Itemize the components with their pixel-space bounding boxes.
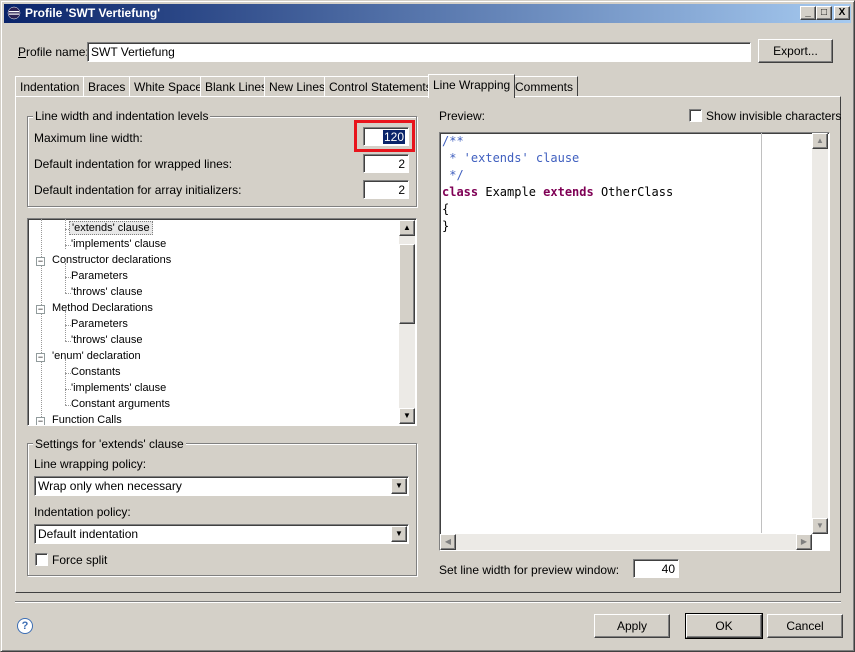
profile-name-input[interactable]: SWT Vertiefung (87, 42, 751, 62)
scroll-left-icon[interactable]: ◀ (440, 534, 456, 550)
tree-item[interactable]: 'throws' clause (28, 333, 398, 349)
scroll-up-icon[interactable]: ▲ (399, 220, 415, 236)
code-preview[interactable]: /** * 'extends' clause */ class Example … (439, 132, 830, 551)
preview-label: Preview: (439, 109, 486, 123)
array-indent-label: Default indentation for array initialize… (34, 183, 242, 197)
array-indent-input[interactable]: 2 (363, 180, 409, 199)
tree-item[interactable]: 'implements' clause (28, 237, 398, 253)
tree-item[interactable]: − Method Declarations (28, 301, 398, 317)
tree-item-label: 'extends' clause (69, 221, 153, 235)
maximize-button[interactable]: □ (816, 6, 832, 20)
tab-new-lines[interactable]: New Lines (264, 76, 331, 96)
tab-braces[interactable]: Braces (83, 76, 131, 96)
indent-policy-label: Indentation policy: (34, 505, 131, 519)
tab-control-statements[interactable]: Control Statements (324, 76, 437, 96)
help-icon[interactable]: ? (17, 618, 33, 634)
preview-horizontal-scrollbar[interactable]: ◀ ▶ (440, 534, 812, 550)
collapse-icon[interactable]: − (36, 353, 45, 362)
tab-blank-lines[interactable]: Blank Lines (200, 76, 273, 96)
code-line: { (442, 202, 450, 216)
tree-item[interactable]: − Function Calls (28, 413, 398, 426)
tree-item-label: Constants (71, 366, 121, 378)
tree-item-label: Constant arguments (71, 398, 171, 410)
preview-width-input[interactable]: 40 (633, 559, 679, 578)
code-line: } (442, 219, 450, 233)
wrapped-indent-input[interactable]: 2 (363, 154, 409, 173)
wrap-policy-select[interactable]: Wrap only when necessary ▼ (34, 476, 409, 496)
tree-item-label: 'throws' clause (71, 334, 143, 346)
indent-policy-value: Default indentation (38, 527, 139, 541)
tab-indentation[interactable]: Indentation (15, 76, 85, 96)
code-text: OtherClass (593, 185, 674, 199)
keyword-class: class (442, 185, 479, 199)
wrap-policy-value: Wrap only when necessary (38, 479, 182, 493)
tree-item-label: Constructor declarations (52, 254, 172, 266)
cancel-button[interactable]: Cancel (767, 614, 843, 638)
close-button[interactable]: X (834, 6, 850, 20)
collapse-icon[interactable]: − (36, 257, 45, 266)
tree-item-label: 'implements' clause (71, 382, 167, 394)
export-button[interactable]: Export... (758, 39, 833, 63)
preview-width-label: Set line width for preview window: (439, 563, 620, 577)
code-line: */ (442, 168, 464, 182)
tab-line-wrapping[interactable]: Line Wrapping (428, 74, 516, 98)
eclipse-icon (7, 6, 21, 20)
tree-item-label: Parameters (71, 270, 128, 282)
tree-item-label: Function Calls (52, 414, 122, 426)
show-invisible-label: Show invisible characters (706, 109, 842, 123)
wrap-policy-label: Line wrapping policy: (34, 457, 147, 471)
collapse-icon[interactable]: − (36, 305, 45, 314)
tree-item[interactable]: 'throws' clause (28, 285, 398, 301)
tab-comments[interactable]: Comments (510, 76, 579, 96)
tree-scroll-thumb[interactable] (399, 244, 415, 324)
settings-group-title: Settings for 'extends' clause (33, 437, 186, 451)
highlight-annotation-box (354, 120, 415, 152)
scroll-down-icon[interactable]: ▼ (399, 408, 415, 424)
tree-item[interactable]: − Constructor declarations (28, 253, 398, 269)
scroll-right-icon[interactable]: ▶ (796, 534, 812, 550)
code-line: * 'extends' clause (442, 151, 580, 165)
force-split-label: Force split (52, 553, 108, 567)
tree-item[interactable]: Parameters (28, 269, 398, 285)
window-title: Profile 'SWT Vertiefung' (25, 6, 161, 20)
keyword-extends: extends (543, 185, 594, 199)
tab-white-space[interactable]: White Space (129, 76, 208, 96)
preview-vertical-scrollbar[interactable]: ▲ ▼ (812, 133, 828, 534)
tree-item[interactable]: − 'enum' declaration (28, 349, 398, 365)
wrapping-tree[interactable]: 'extends' clause 'implements' clause − C… (27, 218, 417, 426)
tree-item-label: Parameters (71, 318, 128, 330)
tree-item-label: 'enum' declaration (52, 350, 141, 362)
apply-button[interactable]: Apply (594, 614, 670, 638)
scroll-up-icon[interactable]: ▲ (812, 133, 828, 149)
tree-item[interactable]: Parameters (28, 317, 398, 333)
ok-button[interactable]: OK (685, 613, 763, 639)
indent-policy-select[interactable]: Default indentation ▼ (34, 524, 409, 544)
footer-separator (15, 601, 841, 603)
collapse-icon[interactable]: − (36, 417, 45, 425)
max-line-width-label: Maximum line width: (34, 131, 143, 145)
chevron-down-icon[interactable]: ▼ (391, 526, 407, 542)
minimize-button[interactable]: _ (800, 6, 816, 20)
tree-item[interactable]: 'extends' clause (28, 221, 398, 237)
tree-item-label: 'implements' clause (71, 238, 167, 250)
dialog-window: Profile 'SWT Vertiefung' _ □ X Profile n… (0, 0, 855, 652)
title-bar[interactable]: Profile 'SWT Vertiefung' _ □ X (4, 4, 851, 23)
tree-item[interactable]: Constants (28, 365, 398, 381)
print-margin-line (761, 133, 762, 533)
show-invisible-checkbox[interactable] (689, 109, 702, 122)
tree-item[interactable]: 'implements' clause (28, 381, 398, 397)
code-line: class Example extends OtherClass (442, 185, 673, 199)
scroll-down-icon[interactable]: ▼ (812, 518, 828, 534)
tree-scrollbar[interactable]: ▲ ▼ (399, 220, 415, 424)
code-text: Example (478, 185, 544, 199)
wrapped-indent-label: Default indentation for wrapped lines: (34, 157, 233, 171)
code-line: /** (442, 134, 464, 148)
tree-item[interactable]: Constant arguments (28, 397, 398, 413)
chevron-down-icon[interactable]: ▼ (391, 478, 407, 494)
tree-item-label: 'throws' clause (71, 286, 143, 298)
profile-name-label: Profile name: (18, 45, 89, 59)
line-width-group-title: Line width and indentation levels (33, 109, 211, 123)
force-split-checkbox[interactable] (35, 553, 48, 566)
